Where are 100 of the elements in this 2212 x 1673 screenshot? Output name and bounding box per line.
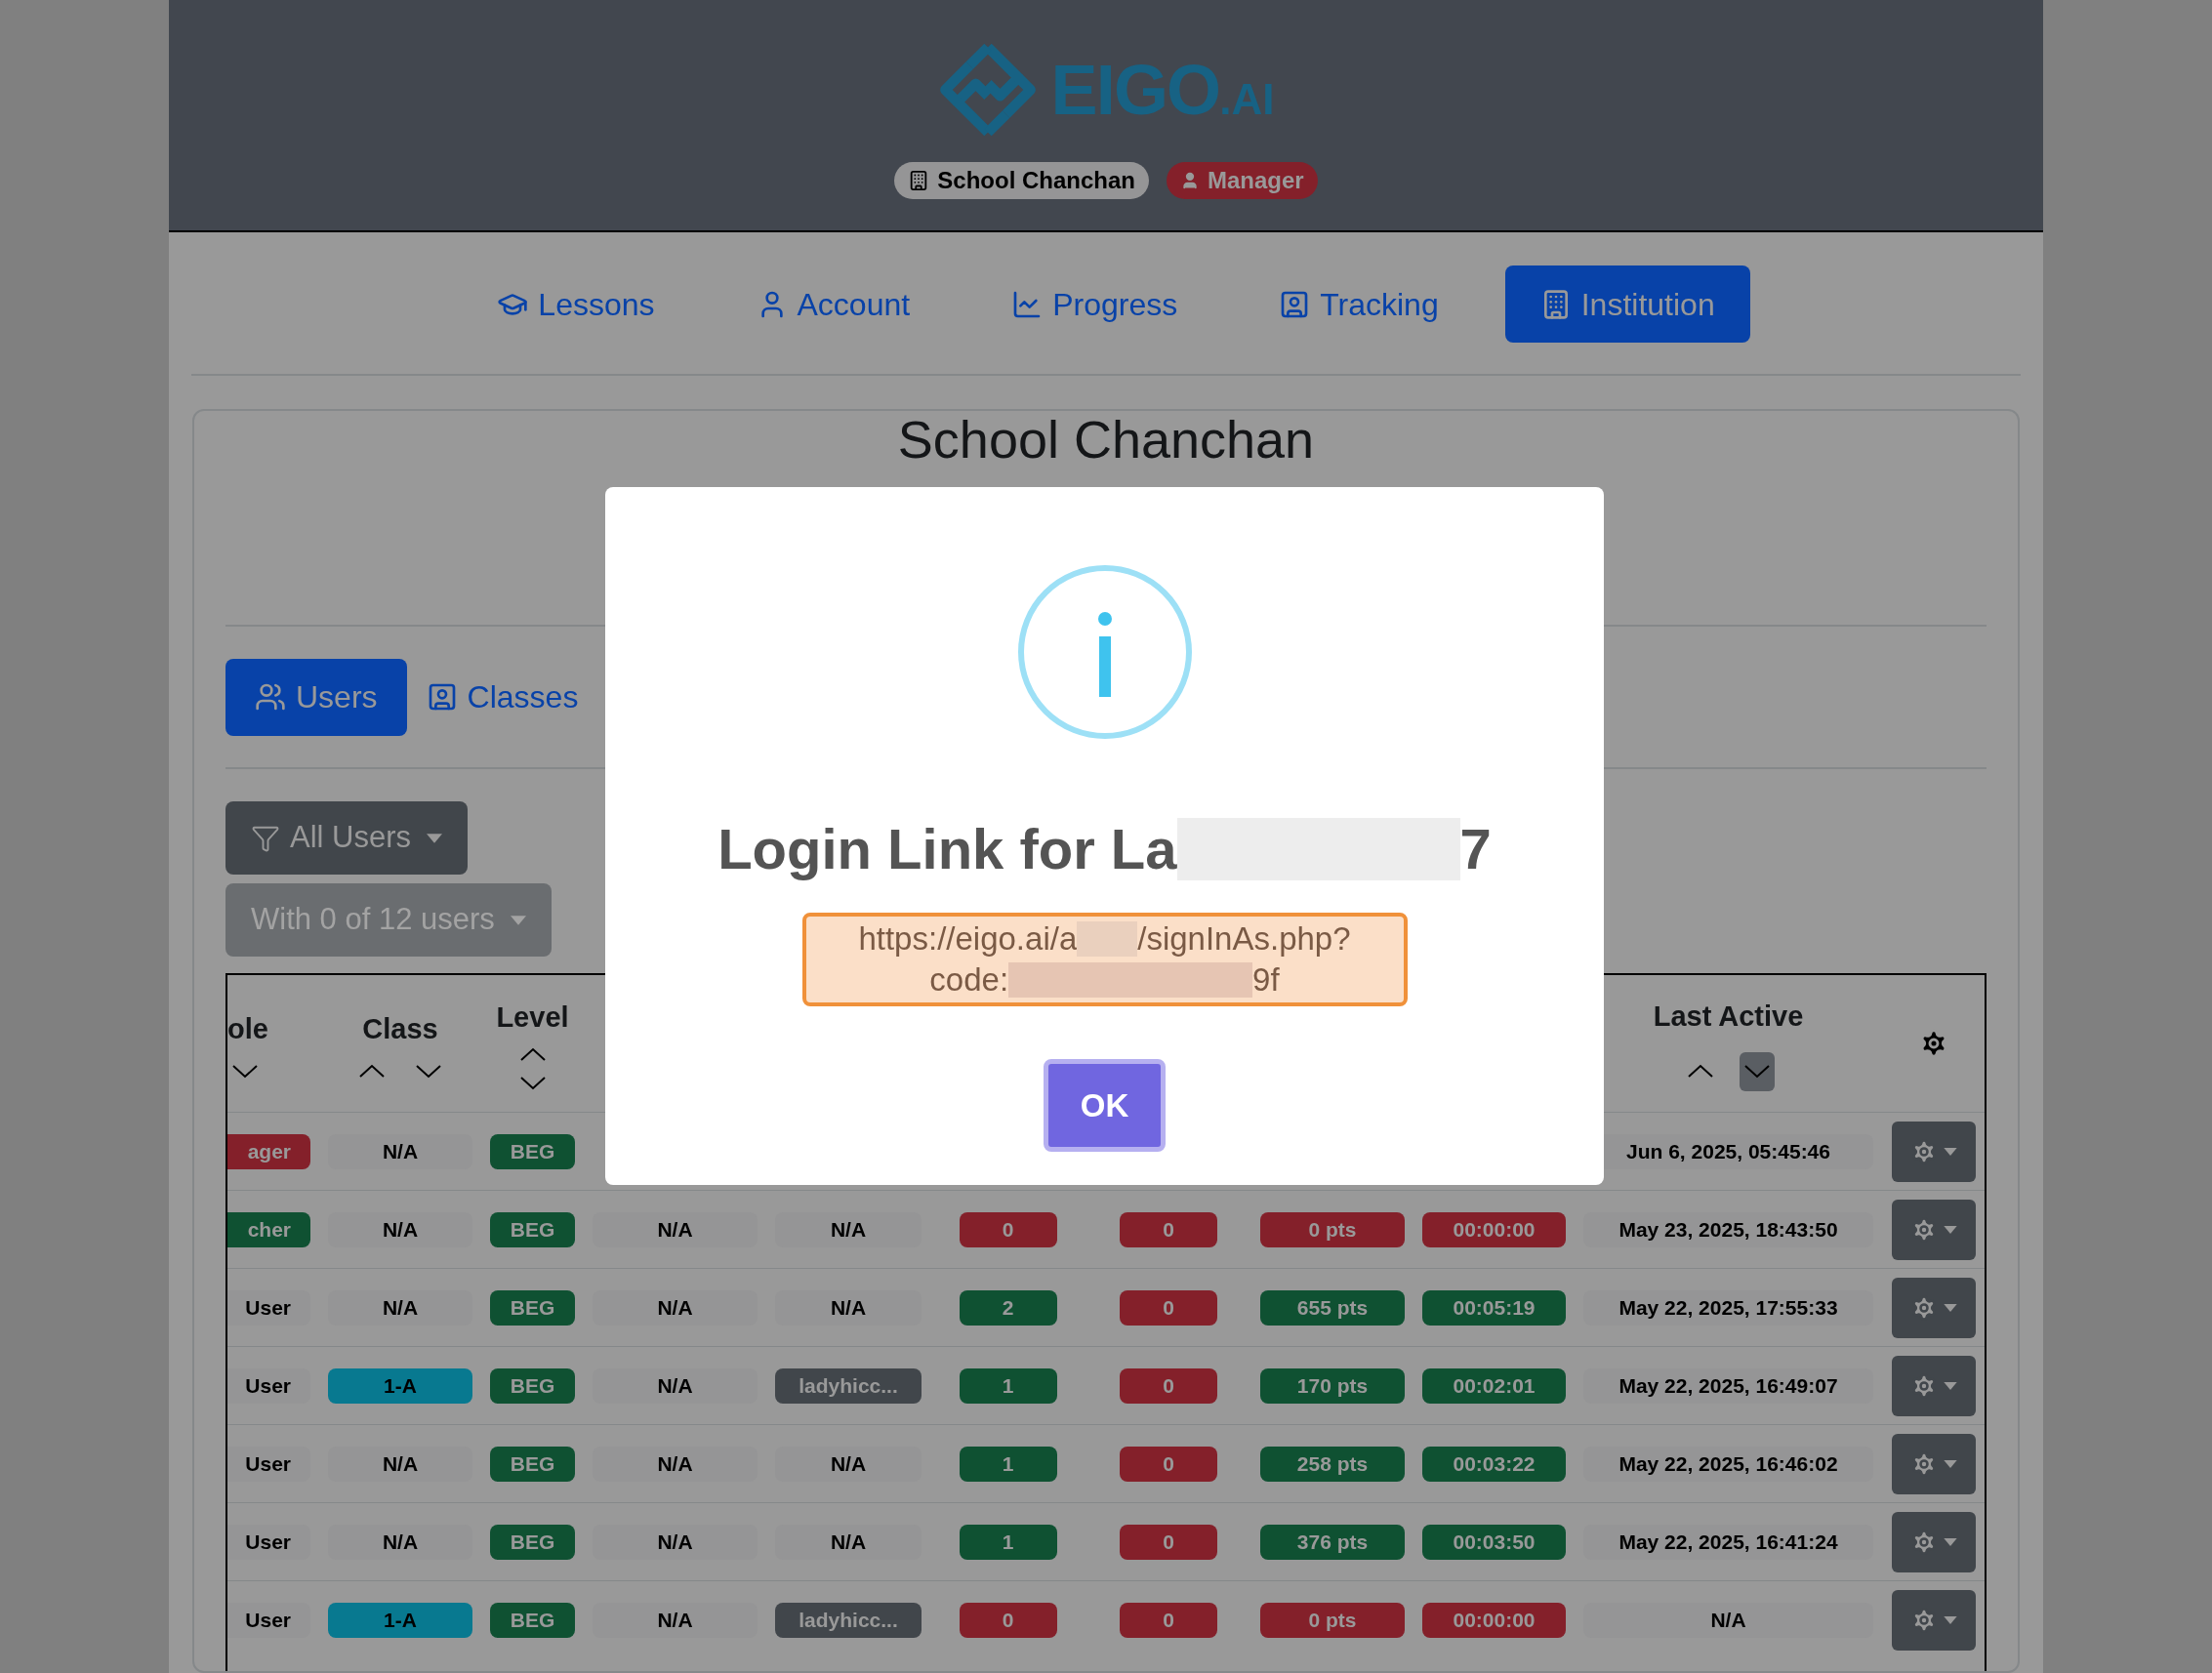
chevron-down-icon[interactable] bbox=[518, 1075, 547, 1090]
table-cell: N/A bbox=[328, 1289, 472, 1326]
table-cell: N/A bbox=[1583, 1602, 1873, 1638]
status-badge: BEG bbox=[490, 1367, 575, 1404]
table-cell: N/A bbox=[593, 1367, 758, 1404]
table-cell: May 22, 2025, 16:41:24 bbox=[1583, 1524, 1873, 1560]
status-badge: BEG bbox=[490, 1289, 575, 1326]
info-icon bbox=[1016, 564, 1193, 740]
status-badge: ladyhicc... bbox=[775, 1602, 922, 1638]
table-cell: N/A bbox=[593, 1602, 758, 1638]
caret-icon bbox=[1943, 1537, 1957, 1546]
chevron-down-icon[interactable] bbox=[231, 1064, 259, 1080]
row-actions-button[interactable] bbox=[1891, 1589, 1976, 1651]
row-actions-button[interactable] bbox=[1891, 1121, 1976, 1182]
chevron-up-icon[interactable] bbox=[518, 1046, 547, 1062]
status-badge: 1-A bbox=[328, 1367, 472, 1404]
section-tab[interactable]: Users bbox=[225, 658, 407, 736]
status-badge: 0 bbox=[959, 1602, 1057, 1638]
nav-tab[interactable]: Tracking bbox=[1244, 265, 1474, 343]
column-header: Level bbox=[496, 1000, 569, 1036]
table-cell: May 22, 2025, 17:55:33 bbox=[1583, 1289, 1873, 1326]
table-cell: N/A bbox=[328, 1133, 472, 1169]
table-cell: May 23, 2025, 18:43:50 bbox=[1583, 1211, 1873, 1247]
status-badge: 170 pts bbox=[1260, 1367, 1405, 1404]
column-header: Last Active bbox=[1653, 1000, 1804, 1035]
status-badge: BEG bbox=[490, 1602, 575, 1638]
caret-icon bbox=[427, 833, 442, 843]
row-actions-button[interactable] bbox=[1891, 1355, 1976, 1416]
status-badge: 1 bbox=[959, 1367, 1057, 1404]
status-badge: 376 pts bbox=[1260, 1524, 1405, 1560]
table-cell: N/A bbox=[328, 1446, 472, 1482]
link-text: https://eigo.ai/a bbox=[858, 919, 1078, 959]
table-cell: N/A bbox=[593, 1524, 758, 1560]
status-badge: BEG bbox=[490, 1446, 575, 1482]
status-badge: 0 bbox=[959, 1211, 1057, 1247]
status-badge: 00:00:00 bbox=[1422, 1602, 1566, 1638]
people-icon bbox=[255, 681, 286, 713]
caret-icon bbox=[510, 915, 526, 925]
table-cell: N/A bbox=[775, 1289, 922, 1326]
status-badge: 00:05:19 bbox=[1422, 1289, 1566, 1326]
caret-icon bbox=[1943, 1381, 1957, 1390]
dialog-title: Login Link for La bbox=[717, 816, 1177, 882]
table-cell: User bbox=[227, 1367, 310, 1404]
row-actions-button[interactable] bbox=[1891, 1277, 1976, 1338]
status-badge: BEG bbox=[490, 1211, 575, 1247]
table-cell: N/A bbox=[775, 1211, 922, 1247]
table-cell: N/A bbox=[328, 1524, 472, 1560]
table-cell: User bbox=[227, 1602, 310, 1638]
status-badge: 0 bbox=[1120, 1524, 1217, 1560]
nav-tab[interactable]: Account bbox=[720, 265, 946, 343]
table-cell: User bbox=[227, 1289, 310, 1326]
link-text: 9f bbox=[1252, 960, 1280, 1000]
institution-badge: School Chanchan bbox=[894, 162, 1149, 199]
status-badge: BEG bbox=[490, 1524, 575, 1560]
table-cell: May 22, 2025, 16:46:02 bbox=[1583, 1446, 1873, 1482]
status-badge: 0 pts bbox=[1260, 1602, 1405, 1638]
column-header: Class bbox=[362, 1011, 438, 1046]
filter-dropdown[interactable]: All Users bbox=[225, 801, 468, 875]
status-badge: 0 bbox=[1120, 1602, 1217, 1638]
chevron-up-icon[interactable] bbox=[1686, 1064, 1714, 1080]
status-badge: BEG bbox=[490, 1133, 575, 1169]
dialog-title: 7 bbox=[1459, 816, 1492, 882]
sort-button[interactable] bbox=[1739, 1051, 1775, 1091]
chevron-down-icon[interactable] bbox=[415, 1064, 442, 1080]
status-badge: 1 bbox=[959, 1446, 1057, 1482]
chevron-up-icon[interactable] bbox=[358, 1064, 386, 1080]
nav-tab[interactable]: Progress bbox=[976, 265, 1213, 343]
status-badge: 655 pts bbox=[1260, 1289, 1405, 1326]
nav-tab[interactable]: Lessons bbox=[462, 265, 690, 343]
table-cell: N/A bbox=[593, 1289, 758, 1326]
status-badge: 1 bbox=[959, 1524, 1057, 1560]
status-badge: 0 bbox=[1120, 1289, 1217, 1326]
table-cell: N/A bbox=[593, 1446, 758, 1482]
status-badge: ager bbox=[227, 1133, 310, 1169]
row-actions-button[interactable] bbox=[1891, 1199, 1976, 1260]
table-cell: User bbox=[227, 1524, 310, 1560]
caret-icon bbox=[1943, 1615, 1957, 1624]
status-badge: cher bbox=[227, 1211, 310, 1247]
chevron-down-icon bbox=[1742, 1064, 1771, 1080]
table-cell: May 22, 2025, 16:49:07 bbox=[1583, 1367, 1873, 1404]
nav-tab[interactable]: Institution bbox=[1504, 265, 1750, 343]
status-badge: 0 pts bbox=[1260, 1211, 1405, 1247]
status-badge: 00:02:01 bbox=[1422, 1367, 1566, 1404]
table-cell: N/A bbox=[775, 1446, 922, 1482]
status-badge: 1-A bbox=[328, 1602, 472, 1638]
institution-title: School Chanchan bbox=[897, 413, 1315, 466]
caret-icon bbox=[1943, 1225, 1957, 1234]
section-tab[interactable]: Classes bbox=[426, 658, 579, 736]
table-cell: N/A bbox=[593, 1211, 758, 1247]
row-actions-button[interactable] bbox=[1891, 1511, 1976, 1572]
status-badge: 0 bbox=[1120, 1446, 1217, 1482]
ok-button[interactable]: OK bbox=[1044, 1059, 1166, 1152]
row-actions-button[interactable] bbox=[1891, 1433, 1976, 1494]
status-badge: 00:00:00 bbox=[1422, 1211, 1566, 1247]
status-badge: 0 bbox=[1120, 1211, 1217, 1247]
caret-icon bbox=[1943, 1147, 1957, 1156]
status-badge: ladyhicc... bbox=[775, 1367, 922, 1404]
caret-icon bbox=[1943, 1459, 1957, 1468]
status-badge: 00:03:22 bbox=[1422, 1446, 1566, 1482]
status-badge: 00:03:50 bbox=[1422, 1524, 1566, 1560]
